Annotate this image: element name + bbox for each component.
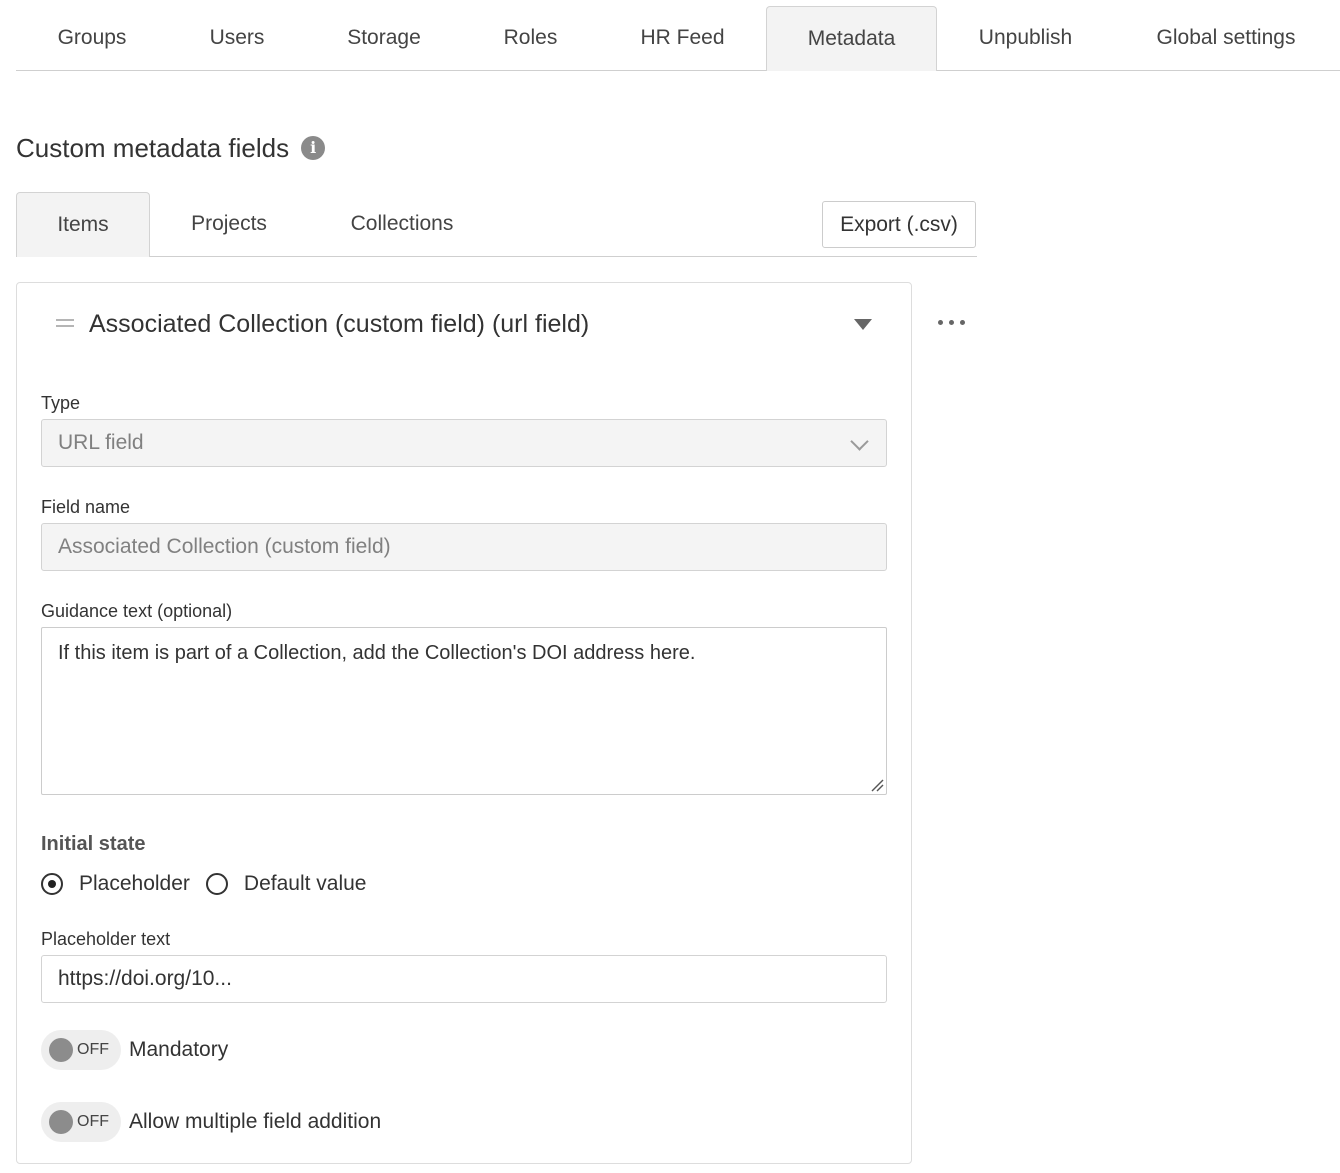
field-card-title: Associated Collection (custom field) (ur… — [89, 310, 590, 338]
info-icon[interactable]: i — [301, 136, 326, 160]
export-csv-button[interactable]: Export (.csv) — [822, 201, 976, 248]
more-options-icon[interactable] — [936, 314, 968, 330]
resize-grip-icon[interactable] — [870, 778, 884, 792]
guidance-textarea[interactable]: If this item is part of a Collection, ad… — [41, 627, 887, 795]
tab-global-settings[interactable]: Global settings — [1114, 6, 1338, 70]
radio-checked-icon[interactable] — [41, 873, 63, 895]
toggle-state-text: OFF — [77, 1113, 109, 1130]
field-name-input[interactable]: Associated Collection (custom field) — [41, 523, 887, 571]
toggle-knob — [49, 1110, 73, 1134]
tab-roles[interactable]: Roles — [462, 6, 599, 70]
tab-items[interactable]: Items — [16, 192, 150, 257]
radio-placeholder-label: Placeholder — [79, 872, 190, 895]
type-select[interactable]: URL field — [41, 419, 887, 467]
mandatory-toggle-row: OFF Mandatory — [41, 1030, 228, 1070]
field-name-label: Field name — [41, 497, 131, 517]
tab-hr-feed[interactable]: HR Feed — [599, 6, 766, 70]
field-name-value: Associated Collection (custom field) — [58, 535, 391, 558]
placeholder-text-value: https://doi.org/10... — [58, 967, 232, 990]
radio-default-value-label: Default value — [243, 872, 367, 895]
collapse-caret-icon[interactable] — [854, 319, 872, 330]
chevron-down-icon — [850, 432, 869, 451]
section-header: Custom metadata fields i — [16, 131, 326, 165]
page-title: Custom metadata fields — [16, 133, 290, 163]
tab-metadata[interactable]: Metadata — [766, 6, 937, 71]
tab-unpublish[interactable]: Unpublish — [937, 6, 1114, 70]
tab-users[interactable]: Users — [168, 6, 306, 70]
type-select-value: URL field — [58, 431, 144, 454]
metadata-field-card: Associated Collection (custom field) (ur… — [16, 282, 912, 1164]
tab-storage[interactable]: Storage — [306, 6, 462, 70]
radio-default-value[interactable]: Default value — [205, 872, 367, 896]
placeholder-text-input[interactable]: https://doi.org/10... — [41, 955, 887, 1003]
toggle-knob — [49, 1038, 73, 1062]
top-nav-tabs: Groups Users Storage Roles HR Feed Metad… — [16, 6, 1340, 71]
initial-state-radio-group: Placeholder Default value — [41, 869, 382, 899]
entity-tabs: Items Projects Collections Export (.csv) — [16, 192, 977, 257]
type-label: Type — [41, 393, 81, 413]
drag-handle-icon[interactable] — [56, 319, 74, 327]
tab-collections[interactable]: Collections — [308, 192, 496, 256]
multiple-addition-toggle[interactable]: OFF — [41, 1102, 121, 1142]
radio-placeholder[interactable]: Placeholder — [41, 872, 190, 896]
tab-groups[interactable]: Groups — [16, 6, 168, 70]
guidance-label: Guidance text (optional) — [41, 601, 233, 621]
tab-projects[interactable]: Projects — [150, 192, 308, 256]
multiple-addition-toggle-row: OFF Allow multiple field addition — [41, 1102, 381, 1142]
mandatory-toggle[interactable]: OFF — [41, 1030, 121, 1070]
placeholder-text-label: Placeholder text — [41, 929, 171, 949]
initial-state-heading: Initial state — [41, 833, 146, 855]
multiple-addition-label: Allow multiple field addition — [129, 1110, 382, 1133]
toggle-state-text: OFF — [77, 1041, 109, 1058]
radio-unchecked-icon[interactable] — [205, 873, 228, 895]
mandatory-label: Mandatory — [129, 1038, 229, 1061]
guidance-value: If this item is part of a Collection, ad… — [58, 642, 696, 664]
